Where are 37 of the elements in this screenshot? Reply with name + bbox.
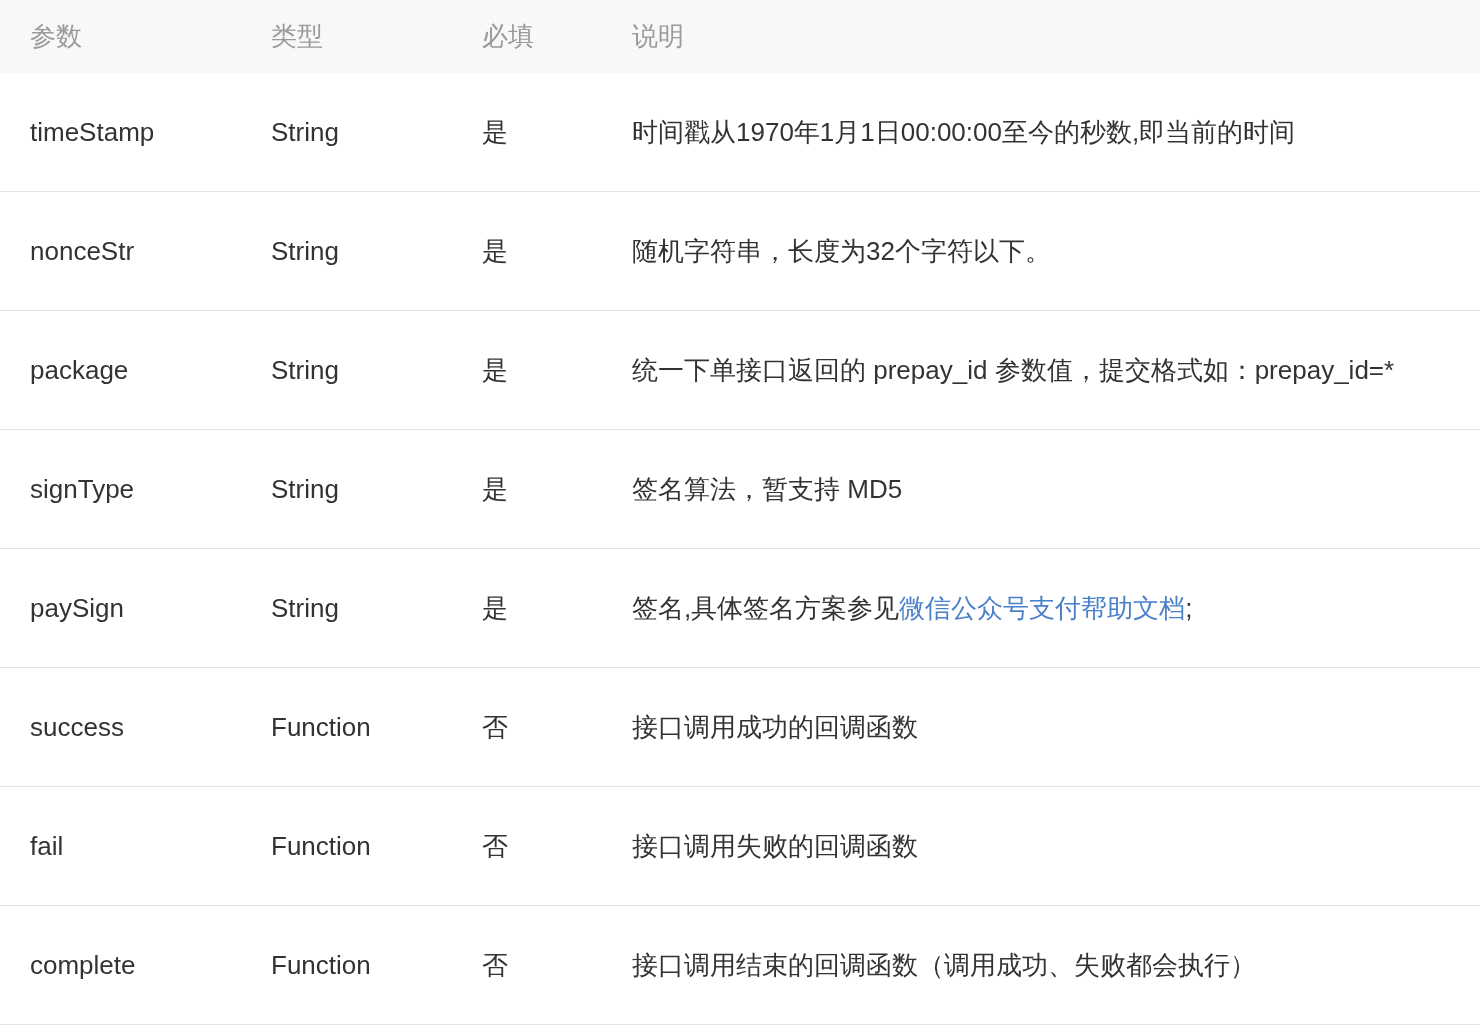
column-header: 说明 [632, 20, 685, 53]
table-cell-text: String [271, 592, 340, 624]
table-cell-text: nonceStr [30, 235, 136, 267]
description-text: 接口调用成功的回调函数 [632, 710, 919, 744]
table-cell-text: Function [271, 949, 372, 981]
description-text: 签名算法，暂支持 MD5 [632, 472, 904, 506]
description-text: 时间戳从1970年1月1日00:00:00至今的秒数,即当前的时间 [632, 115, 1297, 149]
table-cell-text: 是 [482, 234, 509, 268]
column-header: 类型 [271, 20, 324, 53]
description-text: 签名,具体签名方案参见微信公众号支付帮助文档; [632, 591, 1194, 625]
table-cell-text: success [30, 711, 125, 743]
table-cell-text: package [30, 354, 130, 386]
table-cell-text: String [271, 235, 340, 267]
table-cell-text: String [271, 473, 340, 505]
description-text: 随机字符串，长度为32个字符以下。 [632, 234, 1052, 268]
doc-link[interactable]: 微信公众号支付帮助文档 [899, 592, 1186, 623]
table-cell-text: 否 [482, 829, 509, 863]
table-cell-text: Function [271, 830, 372, 862]
table-cell-text: paySign [30, 592, 125, 624]
description-text: 统一下单接口返回的 prepay_id 参数值，提交格式如：prepay_id=* [632, 353, 1396, 387]
description-text: 接口调用失败的回调函数 [632, 829, 919, 863]
table-cell-text: timeStamp [30, 116, 156, 148]
column-header: 参数 [30, 20, 83, 53]
table-cell-text: signType [30, 473, 136, 505]
table-cell-text: 否 [482, 948, 509, 982]
column-header: 必填 [482, 20, 535, 53]
table-cell-text: String [271, 116, 340, 148]
table-cell-text: 是 [482, 115, 509, 149]
table-cell-text: Function [271, 711, 372, 743]
description-text: 接口调用结束的回调函数（调用成功、失败都会执行） [632, 948, 1257, 982]
table-cell-text: fail [30, 830, 65, 862]
table-cell-text: complete [30, 949, 137, 981]
table-cell-text: 否 [482, 710, 509, 744]
table-cell-text: 是 [482, 353, 509, 387]
table-cell-text: 是 [482, 472, 509, 506]
table-cell-text: String [271, 354, 340, 386]
table-cell-text: 是 [482, 591, 509, 625]
